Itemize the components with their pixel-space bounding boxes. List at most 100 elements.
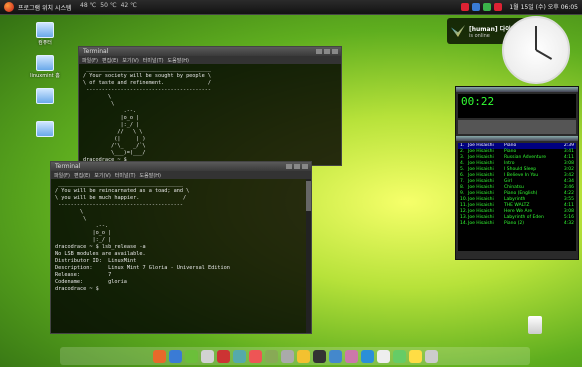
playlist[interactable]: 1. Joe Hisaishi Piano 2:39 2. Joe Hisaishi Pia… xyxy=(458,143,576,251)
desktop-icon-label: 컴퓨터 xyxy=(38,40,52,46)
terminal-line: |o_o | xyxy=(55,230,112,236)
menu-view[interactable]: 보기(V) xyxy=(94,172,111,179)
desktop-icon-computer[interactable]: 컴퓨터 xyxy=(30,22,60,46)
terminal-titlebar[interactable]: Terminal xyxy=(79,47,341,56)
terminal-output[interactable]: ________________________________________… xyxy=(79,64,341,166)
menu-file[interactable]: 파일(F) xyxy=(54,172,70,179)
sensor-1: 48 ℃ xyxy=(80,2,97,9)
globe-icon[interactable] xyxy=(360,349,374,363)
player-time: 00:22 xyxy=(461,95,495,108)
desktop-icon-label: linuxmint 홈 xyxy=(30,73,60,79)
terminal-line: |:_/ | xyxy=(55,237,112,243)
chat-icon[interactable] xyxy=(232,349,246,363)
photo-icon[interactable] xyxy=(296,349,310,363)
drive-icon xyxy=(36,88,54,104)
network-icon[interactable] xyxy=(392,349,406,363)
terminal-line: Distributor ID: LinuxMint xyxy=(55,258,137,264)
files-icon[interactable] xyxy=(184,349,198,363)
terminal-line: / You will be reincarnated as a toad; an… xyxy=(55,188,190,194)
window-title: Terminal xyxy=(83,48,109,55)
media-player-window[interactable]: 00:22 1. Joe Hisaishi Piano 2:39 2. Joe Hisai… xyxy=(455,86,579,260)
clock-hour-hand xyxy=(535,49,553,60)
terminal-menubar: 파일(F) 편집(E) 보기(V) 터미널(T) 도움말(H) xyxy=(79,56,341,64)
desktop-icon-drive[interactable] xyxy=(30,88,60,104)
terminal-line: \ you will be much happier. / xyxy=(55,195,187,201)
player-controls[interactable] xyxy=(458,120,576,134)
menu-edit[interactable]: 편집(E) xyxy=(74,172,90,179)
player-display: 00:22 xyxy=(458,94,576,118)
sensor-indicators: 48 ℃ 50 ℃ 42 ℃ xyxy=(80,2,137,9)
firefox-icon[interactable] xyxy=(152,349,166,363)
terminal-line: ---------------------------------------- xyxy=(55,202,184,208)
tray-network-icon[interactable] xyxy=(472,2,481,11)
terminal-line: \ xyxy=(83,101,115,107)
clock-minute-hand xyxy=(535,26,537,50)
video-icon[interactable] xyxy=(344,349,358,363)
maximize-icon[interactable] xyxy=(294,164,300,169)
playlist-titlebar[interactable] xyxy=(456,136,578,141)
terminal-output[interactable]: ________________________________________… xyxy=(51,179,311,295)
terminal-icon[interactable] xyxy=(312,349,326,363)
terminal-line: .--. xyxy=(83,108,137,114)
terminal-window-back[interactable]: Terminal 파일(F) 편집(E) 보기(V) 터미널(T) 도움말(H)… xyxy=(78,46,342,166)
terminal-line: ________________________________________ xyxy=(55,181,184,187)
media-icon[interactable] xyxy=(328,349,342,363)
terminal-line: Codename: gloria xyxy=(55,279,127,285)
system-tray: 1월 15일 (수) 오후 06:05 xyxy=(461,2,578,11)
terminal-line: \ xyxy=(55,216,87,222)
player-titlebar[interactable] xyxy=(456,87,578,92)
terminal-line: ________________________________________ xyxy=(83,66,212,72)
menu-help[interactable]: 도움말(H) xyxy=(168,57,189,64)
menu-help[interactable]: 도움말(H) xyxy=(140,172,161,179)
menu-edit[interactable]: 편집(E) xyxy=(102,57,118,64)
main-menu[interactable]: 프로그램 위치 시스템 xyxy=(4,2,72,12)
terminal-line: dracodrace ~ $ lsb_release -a xyxy=(55,244,146,250)
weather-icon[interactable] xyxy=(408,349,422,363)
menu-icon[interactable] xyxy=(4,2,14,12)
pdf-icon[interactable] xyxy=(216,349,230,363)
browser-icon[interactable] xyxy=(168,349,182,363)
menu-terminal[interactable]: 터미널(T) xyxy=(143,57,164,64)
minimize-icon[interactable] xyxy=(286,164,292,169)
terminal-line: Description: Linux Mint 7 Gloria - Unive… xyxy=(55,265,230,271)
analog-clock-widget xyxy=(502,16,570,84)
tray-app-icon[interactable] xyxy=(461,2,470,11)
close-icon[interactable] xyxy=(332,49,338,54)
terminal-titlebar[interactable]: Terminal xyxy=(51,162,311,171)
mail-icon[interactable] xyxy=(248,349,262,363)
terminal-line: \___)=(___/ xyxy=(83,150,146,156)
playlist-cell: 14. xyxy=(460,221,468,226)
menu-view[interactable]: 보기(V) xyxy=(122,57,139,64)
terminal-line: |:_/ | xyxy=(83,122,140,128)
terminal-window-front[interactable]: Terminal 파일(F) 편집(E) 보기(V) 터미널(T) 도움말(H)… xyxy=(50,161,312,334)
minimize-icon[interactable] xyxy=(316,49,322,54)
settings-icon[interactable] xyxy=(280,349,294,363)
terminal-scrollbar[interactable] xyxy=(306,179,311,333)
terminal-line: dracodrace ~ $ xyxy=(55,286,102,292)
playlist-row[interactable]: 14. Joe Hisaishi Piano (2) 4:32 xyxy=(458,221,576,227)
maximize-icon[interactable] xyxy=(324,49,330,54)
sensor-3: 42 ℃ xyxy=(120,2,137,9)
desktop-icon-folder[interactable] xyxy=(30,121,60,137)
tray-volume-icon[interactable] xyxy=(483,2,492,11)
menu-label[interactable]: 프로그램 위치 시스템 xyxy=(18,3,72,12)
home-folder-icon xyxy=(36,55,54,71)
tray-update-icon[interactable] xyxy=(494,2,503,11)
terminal-line: / Your society will be sought by people … xyxy=(83,73,212,79)
calendar-icon[interactable] xyxy=(376,349,390,363)
terminal-line: \ xyxy=(55,209,84,215)
trash-icon[interactable] xyxy=(424,349,438,363)
panel-clock[interactable]: 1월 15일 (수) 오후 06:05 xyxy=(509,2,578,11)
terminal-line: \ of taste and refinement. / xyxy=(83,80,212,86)
computer-icon xyxy=(36,22,54,38)
terminal-line: No LSB modules are available. xyxy=(55,251,146,257)
scroll-thumb[interactable] xyxy=(306,181,311,211)
menu-terminal[interactable]: 터미널(T) xyxy=(115,172,136,179)
terminal-line: Release: 7 xyxy=(55,272,112,278)
edit-icon[interactable] xyxy=(200,349,214,363)
desktop-icon-home[interactable]: linuxmint 홈 xyxy=(30,55,60,79)
menu-file[interactable]: 파일(F) xyxy=(82,57,98,64)
trash-icon[interactable] xyxy=(528,316,542,334)
close-icon[interactable] xyxy=(302,164,308,169)
music-icon[interactable] xyxy=(264,349,278,363)
